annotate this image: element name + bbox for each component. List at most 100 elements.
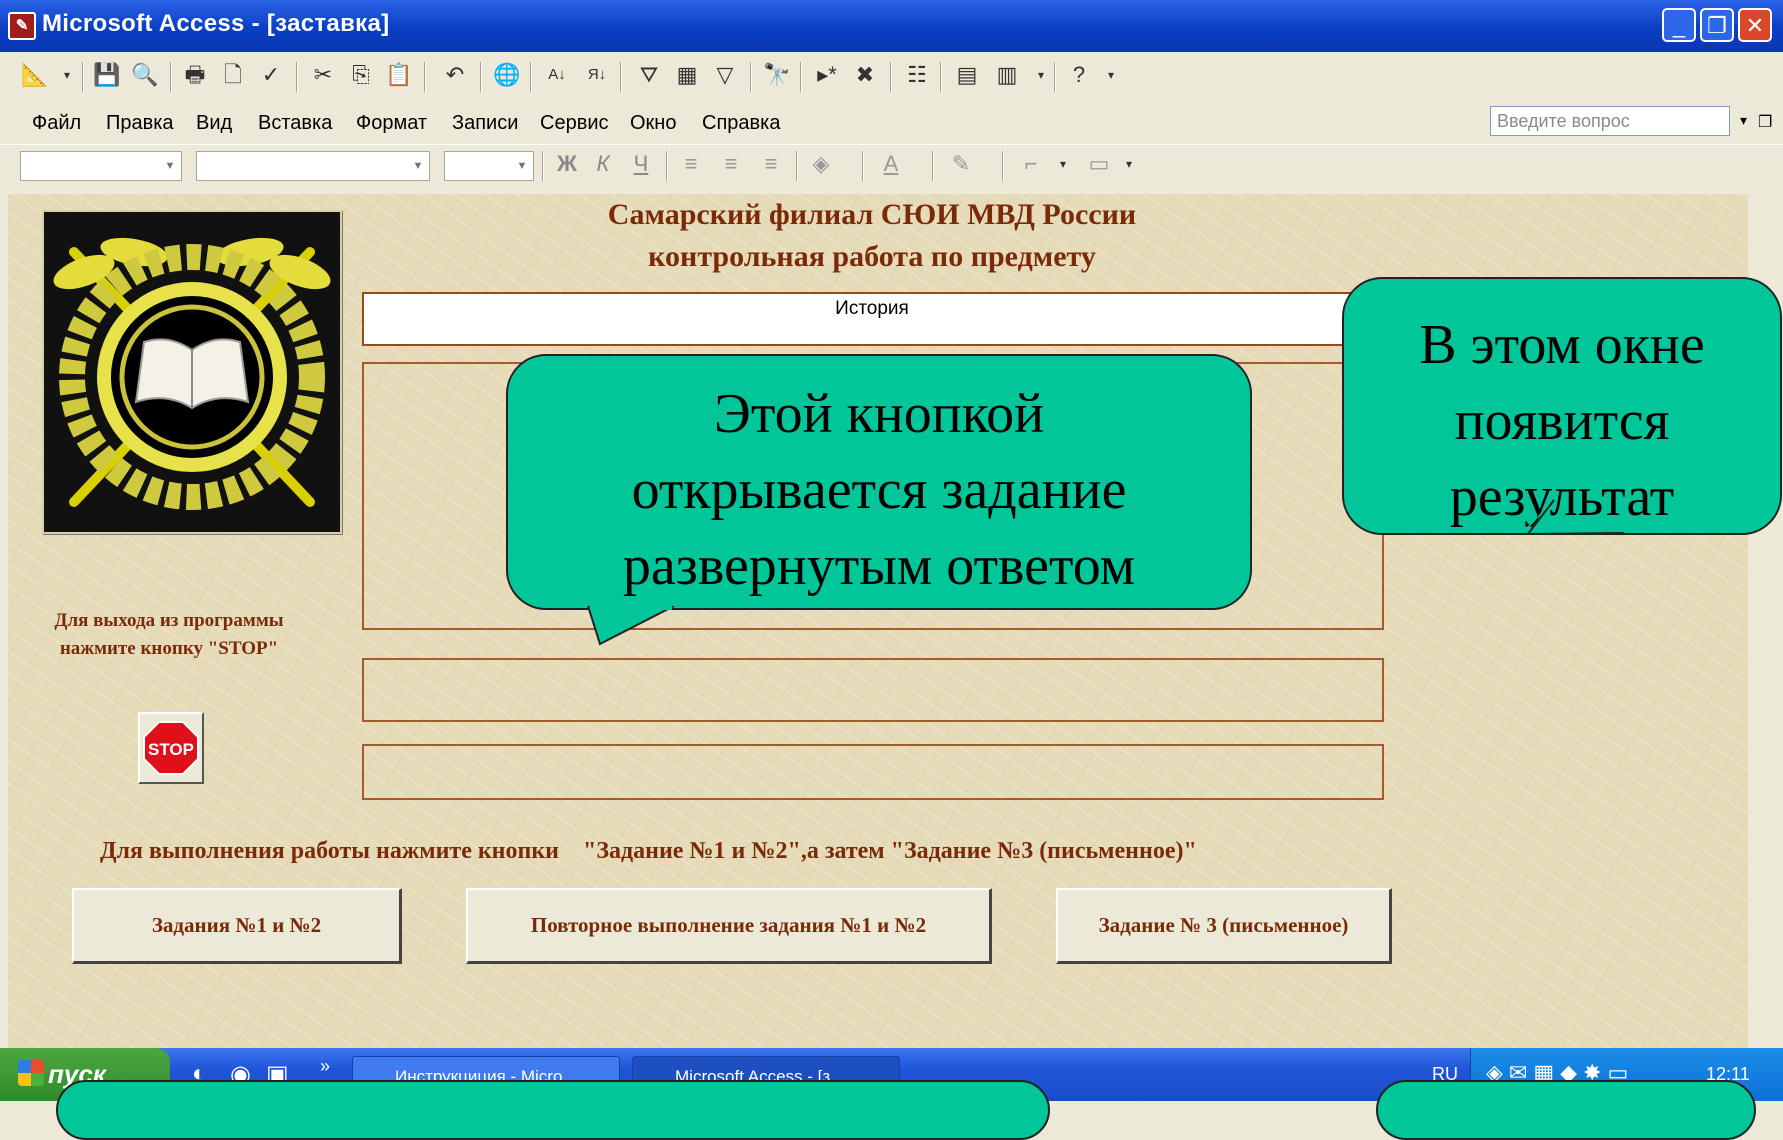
- new-object-icon[interactable]: ▥: [992, 60, 1022, 90]
- line-color-icon[interactable]: ✎: [946, 149, 976, 179]
- new-record-icon[interactable]: ▸*: [812, 60, 842, 90]
- test-subject-heading: контрольная работа по предмету: [648, 240, 1096, 273]
- special-effect-icon[interactable]: ▭: [1084, 149, 1114, 179]
- toolbar-separator: [542, 151, 544, 181]
- bold-button[interactable]: Ж: [552, 149, 582, 179]
- toolbar-separator: [940, 62, 942, 92]
- undo-icon[interactable]: ↶: [440, 60, 470, 90]
- align-center-icon[interactable]: ≡: [716, 149, 746, 179]
- menu-records[interactable]: Записи: [452, 112, 518, 135]
- repeat-tasks-button[interactable]: Повторное выполнение задания №1 и №2: [466, 888, 992, 964]
- title-bar[interactable]: ✎ Microsoft Access - [заставка] _ ❐ ✕: [0, 0, 1783, 52]
- properties-icon[interactable]: ☷: [902, 60, 932, 90]
- italic-button[interactable]: К: [588, 149, 618, 179]
- toolbar-separator: [480, 62, 482, 92]
- filter-by-form-icon[interactable]: ▦: [672, 60, 702, 90]
- print-preview-icon[interactable]: 🗋: [218, 60, 248, 90]
- toolbar-separator: [620, 62, 622, 92]
- font-name-combo[interactable]: ▼: [196, 151, 430, 181]
- menu-insert[interactable]: Вставка: [258, 112, 332, 135]
- stop-label: STOP: [148, 740, 194, 759]
- search-file-icon[interactable]: 🔍: [130, 60, 160, 90]
- toolbar-separator: [666, 151, 668, 181]
- task-3-written-button[interactable]: Задание № 3 (письменное): [1056, 888, 1392, 964]
- hyperlink-icon[interactable]: 🌐: [492, 60, 522, 90]
- menu-help[interactable]: Справка: [702, 112, 780, 135]
- access-app-icon[interactable]: ✎: [8, 12, 36, 40]
- delete-record-icon[interactable]: ✖: [850, 60, 880, 90]
- toolbar-separator: [170, 62, 172, 92]
- exit-note-line1: Для выхода из программы: [54, 610, 284, 631]
- apply-filter-icon[interactable]: ▽: [710, 60, 740, 90]
- chevron-down-icon[interactable]: ▾: [1740, 112, 1747, 129]
- stop-sign-icon: STOP: [143, 721, 199, 775]
- help-icon[interactable]: ?: [1064, 60, 1094, 90]
- menu-edit[interactable]: Правка: [106, 112, 174, 135]
- window-title: Microsoft Access - [заставка]: [42, 10, 390, 37]
- sort-ascending-icon[interactable]: A↓: [542, 60, 572, 90]
- toolbar-separator: [890, 62, 892, 92]
- menu-view[interactable]: Вид: [196, 112, 232, 135]
- callout-pointer: [1524, 499, 1625, 536]
- toolbar-separator: [296, 62, 298, 92]
- copy-icon[interactable]: ⎘: [346, 60, 376, 90]
- chevron-down-icon[interactable]: ▾: [1048, 149, 1078, 179]
- toolbar-separator: [862, 151, 864, 181]
- spelling-icon[interactable]: ✓: [256, 60, 286, 90]
- standard-toolbar: 📐 ▾ 💾 🔍 🖶 🗋 ✓ ✂ ⎘ 📋 ↶ 🌐 A↓ Я↓ ⛛ ▦ ▽ 🔭 ▸*…: [0, 52, 1783, 103]
- filter-by-selection-icon[interactable]: ⛛: [634, 60, 664, 90]
- windows-logo-icon: [18, 1060, 44, 1086]
- instruction-text: Для выполнения работы нажмите кнопки "За…: [100, 838, 1197, 864]
- font-size-combo[interactable]: ▼: [444, 151, 534, 181]
- print-icon[interactable]: 🖶: [180, 60, 210, 90]
- chevron-down-icon[interactable]: ▾: [1026, 60, 1056, 90]
- bottom-callout-right: [1376, 1080, 1756, 1140]
- line-width-icon[interactable]: ⌐: [1016, 149, 1046, 179]
- stop-button[interactable]: STOP: [138, 712, 204, 784]
- close-button[interactable]: ✕: [1738, 8, 1772, 42]
- toolbar-separator: [530, 62, 532, 92]
- result-field-2[interactable]: [362, 744, 1384, 800]
- align-right-icon[interactable]: ≡: [756, 149, 786, 179]
- chevron-down-icon[interactable]: ▾: [1114, 149, 1144, 179]
- minimize-button[interactable]: _: [1662, 8, 1696, 42]
- toolbar-separator: [796, 151, 798, 181]
- fill-color-icon[interactable]: ◈: [806, 149, 836, 179]
- menu-format[interactable]: Формат: [356, 112, 427, 135]
- result-field-1[interactable]: [362, 658, 1384, 722]
- cut-icon[interactable]: ✂: [308, 60, 338, 90]
- menu-file[interactable]: Файл: [32, 112, 81, 135]
- toolbar-separator: [800, 62, 802, 92]
- toolbar-separator: [82, 62, 84, 92]
- task-button-callout: Этой кнопкой открывается задание разверн…: [506, 354, 1252, 610]
- institution-heading: Самарский филиал СЮИ МВД России: [607, 198, 1137, 231]
- formatting-toolbar: ▼ ▼ ▼ Ж К Ч ≡ ≡ ≡ ◈ A ✎ ⌐ ▾ ▭ ▾: [0, 144, 1783, 191]
- exit-note-line2: нажмите кнопку "STOP": [59, 638, 279, 659]
- database-window-icon[interactable]: ▤: [952, 60, 982, 90]
- chevron-down-icon[interactable]: ▾: [1096, 60, 1126, 90]
- align-left-icon[interactable]: ≡: [676, 149, 706, 179]
- chevron-down-icon[interactable]: ▾: [52, 60, 82, 90]
- toolbar-separator: [1054, 62, 1056, 92]
- bottom-callout-left: [56, 1080, 1050, 1140]
- tasks-1-2-button[interactable]: Задания №1 и №2: [72, 888, 402, 964]
- mvd-emblem-logo: [42, 210, 342, 534]
- save-icon[interactable]: 💾: [92, 60, 122, 90]
- restore-child-icon[interactable]: ❐: [1758, 112, 1772, 132]
- paste-icon[interactable]: 📋: [384, 60, 414, 90]
- menu-window[interactable]: Окно: [630, 112, 676, 135]
- restore-button[interactable]: ❐: [1700, 8, 1734, 42]
- find-binoculars-icon[interactable]: 🔭: [762, 60, 792, 90]
- callout-pointer: [586, 606, 675, 646]
- toolbar-separator: [932, 151, 934, 181]
- design-view-icon[interactable]: 📐: [20, 60, 50, 90]
- underline-button[interactable]: Ч: [626, 149, 656, 179]
- result-window-callout: В этом окне появится результат: [1342, 277, 1782, 535]
- object-combo[interactable]: ▼: [20, 151, 182, 181]
- font-color-icon[interactable]: A: [876, 149, 906, 179]
- chevron-right-icon[interactable]: »: [320, 1056, 330, 1077]
- sort-descending-icon[interactable]: Я↓: [582, 60, 612, 90]
- menu-tools[interactable]: Сервис: [540, 112, 609, 135]
- subject-field[interactable]: История: [362, 292, 1382, 346]
- ask-question-input[interactable]: Введите вопрос: [1490, 106, 1730, 136]
